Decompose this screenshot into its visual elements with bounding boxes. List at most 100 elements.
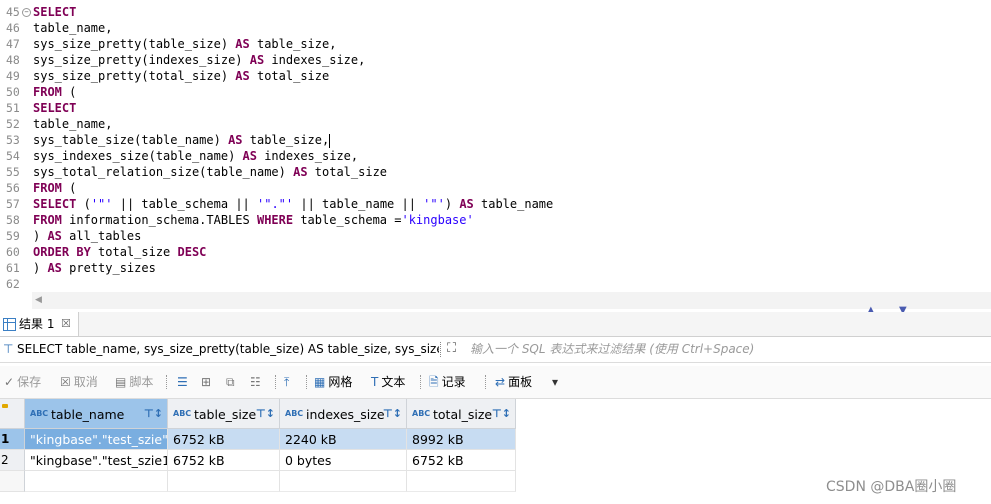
scroll-left-icon[interactable]: ◀ [35,295,42,305]
delete-row-icon: ☷ [250,375,261,389]
column-header-total-size[interactable]: ABC total_size ⊤↕ [407,399,516,429]
text-view-button[interactable]: T 文本 [371,366,405,398]
code-line[interactable]: 57 SELECT ('"' || table_schema || '"."' |… [0,196,991,212]
column-header-indexes-size[interactable]: ABC indexes_size ⊤↕ [280,399,407,429]
line-number: 57 [6,197,20,211]
delete-row-button[interactable]: ☷ [250,366,264,398]
sql-token: all_tables [61,229,142,243]
sort-filter-icon[interactable]: ⊤↕ [144,399,163,429]
sql-token: table_schema = [293,213,402,227]
cancel-button[interactable]: ☒ 取消 [60,366,98,398]
code-line[interactable]: 50 FROM ( [0,84,991,100]
panels-dropdown-button[interactable]: ▾ [552,366,561,398]
sort-filter-icon[interactable]: ⊤↕ [492,399,511,429]
table-row[interactable]: 2 "kingbase"."test_szie1" 6752 kB 0 byte… [0,450,516,471]
sort-filter-icon[interactable]: ⊤↕ [256,399,275,429]
line-number: 50 [6,85,20,99]
code-line[interactable]: 54 sys_indexes_size(table_name) AS indexe… [0,148,991,164]
empty-cell [25,471,168,492]
code-line[interactable]: 61) AS pretty_sizes [0,260,991,276]
cell-total-size[interactable]: 8992 kB [407,429,516,450]
column-header-table-size[interactable]: ABC table_size ⊤↕ [168,399,280,429]
column-header-table-name[interactable]: ABC table_name ⊤↕ [25,399,168,429]
cell-table-name[interactable]: "kingbase"."test_szie1" [25,450,168,471]
sql-keyword: AS [235,37,250,51]
code-line[interactable]: 45− SELECT [0,4,991,20]
grid-corner[interactable] [0,399,25,429]
cell-table-size[interactable]: 6752 kB [168,450,280,471]
filter-bar: ⊤ SELECT table_name, sys_size_pretty(tab… [0,337,991,363]
code-text: FROM information_schema.TABLES WHERE tab… [33,212,474,228]
code-line[interactable]: 59) AS all_tables [0,228,991,244]
record-icon: 🗎 [429,375,439,389]
code-line[interactable]: 46 table_name, [0,20,991,36]
cell-table-size[interactable]: 6752 kB [168,429,280,450]
code-line[interactable]: 48 sys_size_pretty(indexes_size) AS index… [0,52,991,68]
code-line[interactable]: 55 sys_total_relation_size(table_name) AS… [0,164,991,180]
sql-filter-icon: ⊤ [3,342,14,356]
sql-keyword: WHERE [256,213,294,227]
edit-row-button[interactable]: ☰ [177,366,191,398]
table-row[interactable]: 1 "kingbase"."test_szie" 6752 kB 2240 kB… [0,429,516,450]
line-number: 54 [6,149,20,163]
cell-total-size[interactable]: 6752 kB [407,450,516,471]
save-button[interactable]: ✓ 保存 [4,366,41,398]
expand-filter-icon[interactable]: ⛶ [447,341,456,356]
panels-button[interactable]: ⇄ 面板 [495,366,532,398]
cell-indexes-size[interactable]: 2240 kB [280,429,407,450]
sql-keyword: FROM [33,85,62,99]
cell-indexes-size[interactable]: 0 bytes [280,450,407,471]
export-button[interactable]: ⤒ [284,366,292,398]
line-number: 60 [6,245,20,259]
sql-token: ( [61,85,77,99]
divider [306,375,308,389]
sql-keyword: AS [293,165,308,179]
code-line[interactable]: 47 sys_size_pretty(table_size) AS table_s… [0,36,991,52]
code-text: ORDER BY total_size DESC [33,244,206,260]
sql-editor[interactable]: 45− SELECT 46 table_name, 47 sys_size_pretty(… [0,0,991,292]
code-line[interactable]: 60 ORDER BY total_size DESC [0,244,991,260]
code-line[interactable]: 62 [0,276,991,292]
editor-horizontal-scrollbar[interactable]: ◀ [32,292,991,309]
copy-row-icon: ⧉ [226,375,235,389]
cell-table-name[interactable]: "kingbase"."test_szie" [25,429,168,450]
code-text: ) AS pretty_sizes [33,260,156,276]
add-row-button[interactable]: ⊞ [201,366,214,398]
sql-token: ) [33,261,48,275]
sql-keyword: SELECT [33,5,77,19]
grid-view-button[interactable]: ▦ 网格 [314,366,352,398]
code-line[interactable]: 49 sys_size_pretty(total_size) AS total_s… [0,68,991,84]
row-number[interactable]: 2 [0,450,25,471]
code-line[interactable]: 51 SELECT [0,100,991,116]
sql-string: '"."' [257,197,294,211]
record-view-button[interactable]: 🗎 记录 [429,366,466,398]
line-number: 56 [6,181,20,195]
sql-token: sys_size_pretty(total_size) [33,69,236,83]
code-line[interactable]: 52 table_name, [0,116,991,132]
code-text: sys_total_relation_size(table_name) AS t… [33,164,387,180]
sql-keyword: ORDER BY [33,245,91,259]
code-line[interactable]: 53 sys_table_size(table_name) AS table_si… [0,132,991,148]
sort-filter-icon[interactable]: ⊤↕ [383,399,402,429]
fold-toggle-icon[interactable]: − [22,8,31,17]
sql-token: table_name, [33,21,113,35]
copy-row-button[interactable]: ⧉ [226,366,238,398]
filter-input[interactable]: 输入一个 SQL 表达式来过滤结果 (使用 Ctrl+Space) [470,337,754,362]
sql-token: total_size [307,165,388,179]
line-number: 46 [6,21,20,35]
sql-token: total_size [249,69,330,83]
text-type-icon: ABC [173,409,192,418]
current-query-text[interactable]: SELECT table_name, sys_size_pretty(table… [17,337,439,362]
close-tab-icon[interactable]: ☒ [61,312,71,336]
sql-token: sys_size_pretty(table_size) [33,37,236,51]
row-number[interactable]: 1 [0,429,25,450]
tab-result-1[interactable]: 结果 1 ☒ [0,312,79,336]
row-number [0,471,25,492]
code-line[interactable]: 56 FROM ( [0,180,991,196]
sql-keyword: FROM [33,213,62,227]
divider [440,342,442,357]
code-text: sys_table_size(table_name) AS table_size… [33,132,331,148]
cancel-x-icon: ☒ [60,375,71,389]
code-line[interactable]: 58 FROM information_schema.TABLES WHERE t… [0,212,991,228]
script-button[interactable]: ▤ 脚本 [115,366,153,398]
